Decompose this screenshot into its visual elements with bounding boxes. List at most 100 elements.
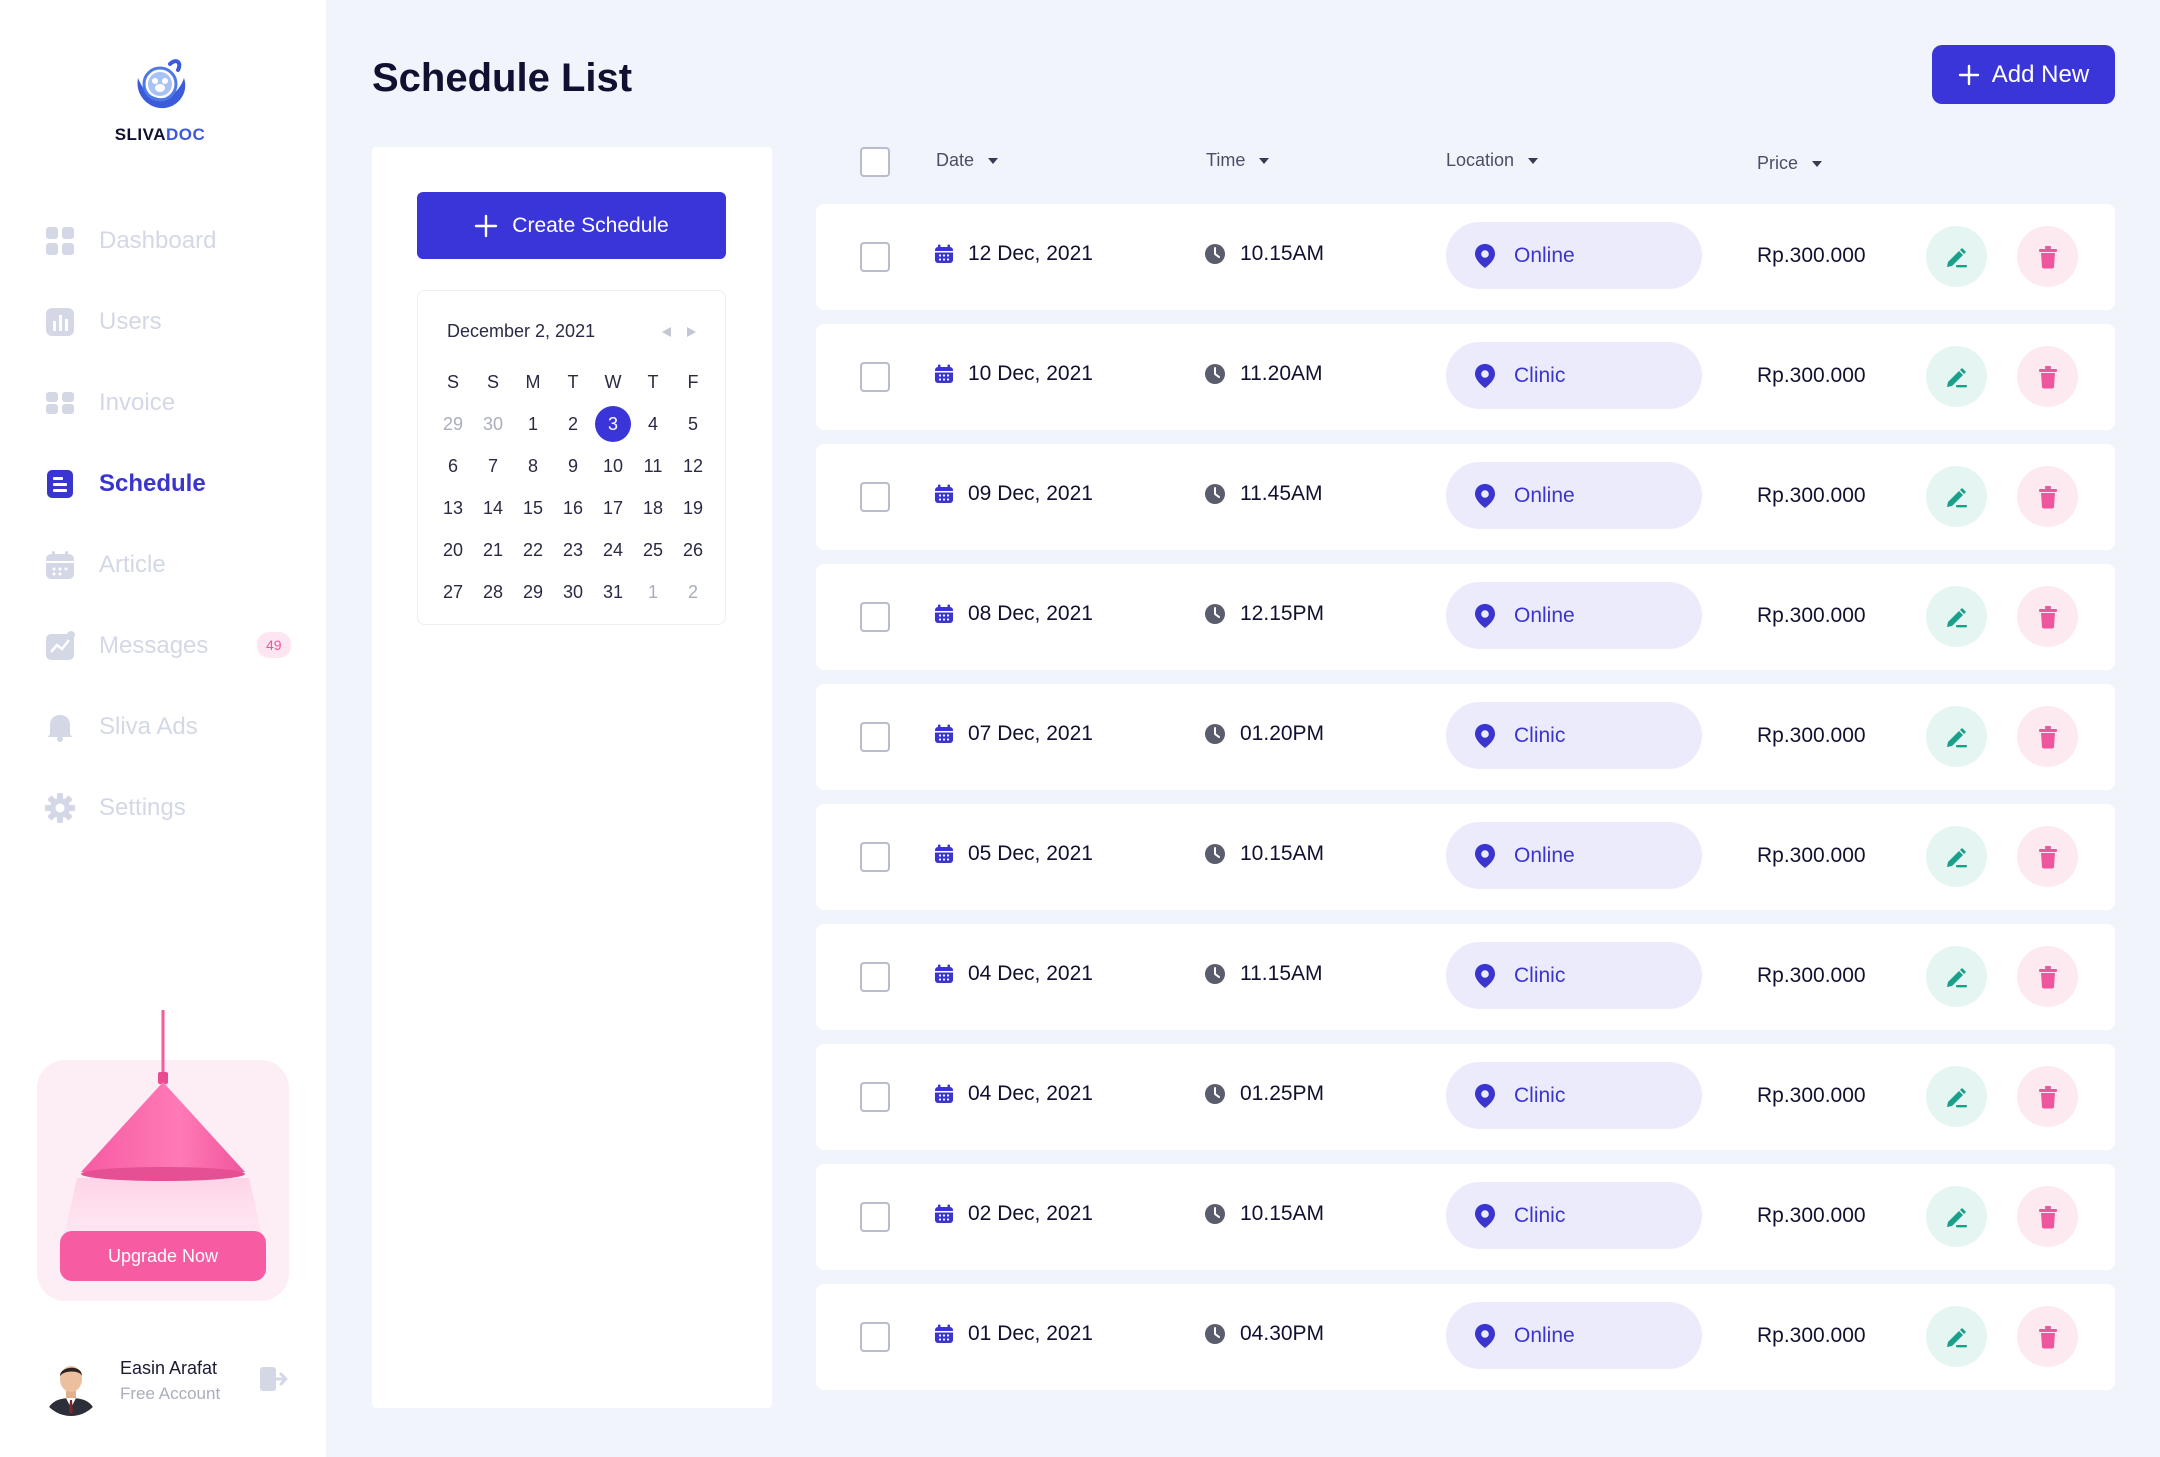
calendar-day[interactable]: 14: [473, 487, 513, 529]
column-header-location[interactable]: Location: [1446, 150, 1539, 171]
edit-button[interactable]: [1926, 1186, 1987, 1247]
calendar-day[interactable]: 2: [553, 403, 593, 445]
calendar-day[interactable]: 30: [473, 403, 513, 445]
logout-icon[interactable]: [258, 1364, 288, 1394]
delete-button[interactable]: [2017, 1306, 2078, 1367]
edit-button[interactable]: [1926, 1306, 1987, 1367]
calendar-day[interactable]: 6: [433, 445, 473, 487]
calendar-day[interactable]: 28: [473, 571, 513, 613]
row-checkbox[interactable]: [860, 362, 890, 392]
upgrade-now-button[interactable]: Upgrade Now: [60, 1231, 266, 1281]
calendar-day[interactable]: 30: [553, 571, 593, 613]
user-profile[interactable]: Easin Arafat Free Account: [40, 1350, 300, 1420]
calendar-day[interactable]: 18: [633, 487, 673, 529]
edit-button[interactable]: [1926, 466, 1987, 527]
row-checkbox[interactable]: [860, 242, 890, 272]
edit-button[interactable]: [1926, 586, 1987, 647]
edit-button[interactable]: [1926, 226, 1987, 287]
sidebar-item-settings[interactable]: Settings: [0, 767, 326, 848]
delete-button[interactable]: [2017, 346, 2078, 407]
table-row[interactable]: 04 Dec, 2021 11.15AM Clinic Rp.300.000: [816, 924, 2115, 1030]
table-row[interactable]: 12 Dec, 2021 10.15AM Online Rp.300.000: [816, 204, 2115, 310]
calendar-prev-icon[interactable]: [659, 325, 673, 339]
table-row[interactable]: 04 Dec, 2021 01.25PM Clinic Rp.300.000: [816, 1044, 2115, 1150]
row-checkbox[interactable]: [860, 722, 890, 752]
calendar-day[interactable]: 25: [633, 529, 673, 571]
sidebar-item-article[interactable]: Article: [0, 524, 326, 605]
sidebar-item-sliva-ads[interactable]: Sliva Ads: [0, 686, 326, 767]
delete-button[interactable]: [2017, 466, 2078, 527]
delete-button[interactable]: [2017, 226, 2078, 287]
sidebar-item-schedule[interactable]: Schedule: [0, 443, 326, 524]
calendar-day[interactable]: 10: [593, 445, 633, 487]
delete-button[interactable]: [2017, 586, 2078, 647]
row-date: 05 Dec, 2021: [934, 842, 1093, 866]
calendar-day[interactable]: 7: [473, 445, 513, 487]
edit-button[interactable]: [1926, 1066, 1987, 1127]
table-row[interactable]: 02 Dec, 2021 10.15AM Clinic Rp.300.000: [816, 1164, 2115, 1270]
table-row[interactable]: 05 Dec, 2021 10.15AM Online Rp.300.000: [816, 804, 2115, 910]
calendar-day[interactable]: 2: [673, 571, 713, 613]
calendar-day[interactable]: 19: [673, 487, 713, 529]
delete-button[interactable]: [2017, 1186, 2078, 1247]
edit-button[interactable]: [1926, 346, 1987, 407]
edit-button[interactable]: [1926, 826, 1987, 887]
calendar-day[interactable]: 12: [673, 445, 713, 487]
column-header-time[interactable]: Time: [1206, 150, 1270, 171]
delete-button[interactable]: [2017, 826, 2078, 887]
table-row[interactable]: 10 Dec, 2021 11.20AM Clinic Rp.300.000: [816, 324, 2115, 430]
calendar-day[interactable]: 29: [433, 403, 473, 445]
calendar-day[interactable]: 21: [473, 529, 513, 571]
brand-logo[interactable]: SLIVADOC: [110, 54, 210, 145]
create-schedule-button[interactable]: Create Schedule: [417, 192, 726, 259]
calendar-day[interactable]: 29: [513, 571, 553, 613]
row-checkbox[interactable]: [860, 602, 890, 632]
add-new-button[interactable]: Add New: [1932, 45, 2115, 104]
calendar-day[interactable]: 20: [433, 529, 473, 571]
select-all-checkbox[interactable]: [860, 147, 890, 177]
calendar-day-selected[interactable]: 3: [593, 403, 633, 445]
delete-button[interactable]: [2017, 706, 2078, 767]
edit-button[interactable]: [1926, 946, 1987, 1007]
calendar-day[interactable]: 1: [633, 571, 673, 613]
calendar-day[interactable]: 31: [593, 571, 633, 613]
calendar-day[interactable]: 26: [673, 529, 713, 571]
calendar-day[interactable]: 8: [513, 445, 553, 487]
row-checkbox[interactable]: [860, 1082, 890, 1112]
calendar-icon: [935, 364, 953, 383]
row-checkbox[interactable]: [860, 1322, 890, 1352]
column-header-price[interactable]: Price: [1757, 153, 1823, 174]
calendar-day[interactable]: 9: [553, 445, 593, 487]
calendar-day[interactable]: 15: [513, 487, 553, 529]
calendar-day[interactable]: 5: [673, 403, 713, 445]
calendar-day[interactable]: 22: [513, 529, 553, 571]
sidebar-item-invoice[interactable]: Invoice: [0, 362, 326, 443]
table-row[interactable]: 08 Dec, 2021 12.15PM Online Rp.300.000: [816, 564, 2115, 670]
calendar-day[interactable]: 23: [553, 529, 593, 571]
table-row[interactable]: 01 Dec, 2021 04.30PM Online Rp.300.000: [816, 1284, 2115, 1390]
table-row[interactable]: 07 Dec, 2021 01.20PM Clinic Rp.300.000: [816, 684, 2115, 790]
calendar-day[interactable]: 24: [593, 529, 633, 571]
calendar-day[interactable]: 17: [593, 487, 633, 529]
row-time: 12.15PM: [1204, 602, 1324, 626]
row-checkbox[interactable]: [860, 842, 890, 872]
calendar-day[interactable]: 1: [513, 403, 553, 445]
column-header-date[interactable]: Date: [936, 150, 999, 171]
sidebar-item-dashboard[interactable]: Dashboard: [0, 200, 326, 281]
calendar-day[interactable]: 16: [553, 487, 593, 529]
sidebar-item-users[interactable]: Users: [0, 281, 326, 362]
calendar-day[interactable]: 11: [633, 445, 673, 487]
sidebar-item-messages[interactable]: Messages 49: [0, 605, 326, 686]
calendar-day[interactable]: 13: [433, 487, 473, 529]
calendar-day[interactable]: 4: [633, 403, 673, 445]
row-checkbox[interactable]: [860, 1202, 890, 1232]
edit-button[interactable]: [1926, 706, 1987, 767]
row-checkbox[interactable]: [860, 962, 890, 992]
calendar-next-icon[interactable]: [685, 325, 699, 339]
calendar-day[interactable]: 27: [433, 571, 473, 613]
calendar-icon: [935, 844, 953, 863]
row-checkbox[interactable]: [860, 482, 890, 512]
table-row[interactable]: 09 Dec, 2021 11.45AM Online Rp.300.000: [816, 444, 2115, 550]
delete-button[interactable]: [2017, 1066, 2078, 1127]
delete-button[interactable]: [2017, 946, 2078, 1007]
